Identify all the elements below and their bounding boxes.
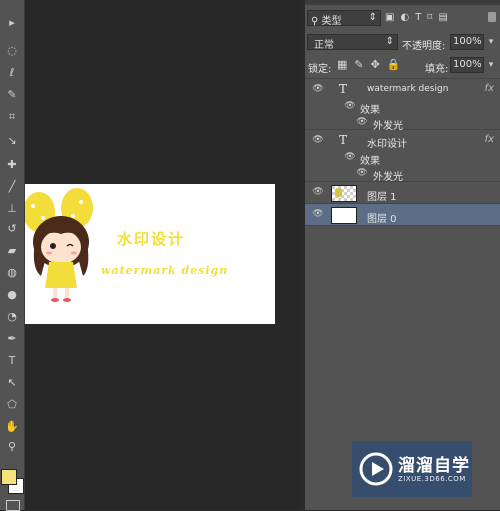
layer-name[interactable]: watermark design: [367, 84, 448, 94]
brand-url: ZIXUE.3D66.COM: [398, 475, 466, 483]
shape-icon[interactable]: ⬠: [3, 396, 21, 412]
lock-position-icon[interactable]: ✥: [371, 58, 387, 71]
layer-name[interactable]: 图层 1: [367, 188, 397, 203]
opacity-value: 100%: [453, 36, 482, 47]
eyedropper-icon[interactable]: ↘: [3, 132, 21, 148]
layer-row-watermark-cn[interactable]: 👁 T 水印设计 fx 👁 效果 👁 外发光: [305, 130, 500, 183]
tools-panel: ▸ ◌ ℓ ✎ ⌗ ↘ ✚ ╱ ⊥ ↺ ▰ ◍ ● ◔ ✒ T ↖ ⬠ ✋ ⚲: [0, 0, 25, 511]
paint-bucket-icon[interactable]: ◍: [3, 264, 21, 280]
smart-object-filter-icon[interactable]: ▤: [438, 12, 453, 23]
layer-row-watermark-design[interactable]: 👁 T watermark design fx 👁 效果 👁 外发光: [305, 78, 500, 132]
fill-label: 填充:: [425, 64, 449, 75]
lock-transparent-icon[interactable]: ▦: [337, 58, 354, 71]
visibility-eye-icon[interactable]: 👁: [311, 187, 325, 197]
lock-all-icon[interactable]: 🔒: [387, 58, 408, 71]
image-filter-icon[interactable]: ▣: [385, 12, 400, 23]
pen-icon[interactable]: ✒: [3, 330, 21, 346]
move-icon[interactable]: ▸: [3, 14, 21, 30]
chevron-down-icon: ⇕: [368, 12, 377, 23]
opacity-input[interactable]: 100%: [450, 34, 484, 50]
opacity-label: 不透明度:: [402, 41, 446, 52]
layer-thumbnail: [331, 207, 357, 224]
effects-eye-icon[interactable]: 👁: [343, 101, 357, 111]
stamp-icon[interactable]: ⊥: [3, 200, 21, 216]
lock-label: 锁定:: [308, 64, 332, 75]
fx-icon[interactable]: fx: [485, 83, 494, 94]
filter-icons: ▣◐T⌑▤: [385, 12, 454, 23]
fill-value: 100%: [453, 59, 482, 70]
brush-icon[interactable]: ╱: [3, 178, 21, 194]
history-brush-icon[interactable]: ↺: [3, 220, 21, 236]
outer-glow-eye-icon[interactable]: 👁: [355, 117, 369, 127]
layer-row-layer-0[interactable]: 👁 图层 0: [305, 204, 500, 226]
filter-kind-label: 类型: [321, 16, 342, 27]
layer-row-layer-1[interactable]: 👁 图层 1: [305, 182, 500, 204]
outer-glow-eye-icon[interactable]: 👁: [355, 168, 369, 178]
visibility-eye-icon[interactable]: 👁: [311, 135, 325, 145]
filter-kind-select[interactable]: ⚲ 类型 ⇕: [307, 10, 381, 27]
lock-paint-icon[interactable]: ✎: [354, 58, 370, 71]
visibility-eye-icon[interactable]: 👁: [311, 84, 325, 94]
chevron-down-icon: ⇕: [385, 36, 394, 47]
fill-dropdown-icon[interactable]: ▾: [485, 57, 497, 73]
brand-name: 溜溜自学: [398, 456, 470, 476]
effects-label: 效果: [360, 156, 380, 167]
filter-toggle[interactable]: [488, 12, 496, 22]
text-layer-icon: T: [339, 133, 348, 147]
effects-eye-icon[interactable]: 👁: [343, 152, 357, 162]
layer-thumbnail: [331, 185, 357, 202]
fx-icon[interactable]: fx: [485, 134, 494, 145]
lock-icons: ▦✎✥🔒: [337, 58, 408, 71]
type-icon[interactable]: T: [3, 352, 21, 368]
path-select-icon[interactable]: ↖: [3, 374, 21, 390]
effect-outer-glow[interactable]: 外发光: [373, 168, 403, 183]
layers-list: 👁 T watermark design fx 👁 效果 👁 外发光 👁 T 水…: [305, 78, 500, 228]
quick-mask-icon[interactable]: [6, 500, 20, 511]
hand-icon[interactable]: ✋: [3, 418, 21, 434]
lasso-icon[interactable]: ℓ: [3, 64, 21, 80]
healing-icon[interactable]: ✚: [3, 156, 21, 172]
layers-panel: ⚲ 类型 ⇕ ▣◐T⌑▤ 正常 ⇕ 不透明度: 100% ▾ 锁定: ▦✎✥🔒 …: [305, 0, 500, 510]
layer-name[interactable]: 图层 0: [367, 210, 397, 225]
layer-name[interactable]: 水印设计: [367, 135, 407, 150]
document-canvas[interactable]: 水印设计 watermark design: [25, 184, 275, 324]
shape-filter-icon[interactable]: ⌑: [427, 12, 438, 23]
dodge-icon[interactable]: ◔: [3, 308, 21, 324]
panel-tab-strip[interactable]: [305, 0, 500, 5]
quick-select-icon[interactable]: ✎: [3, 86, 21, 102]
foreground-color-swatch[interactable]: [1, 469, 17, 485]
watermark-en-text: watermark design: [101, 264, 229, 277]
zoom-icon[interactable]: ⚲: [3, 438, 21, 454]
effects-label: 效果: [360, 105, 380, 116]
search-icon: ⚲: [311, 16, 319, 27]
adjustment-filter-icon[interactable]: ◐: [400, 12, 415, 23]
play-logo-icon: [359, 452, 393, 486]
marquee-icon[interactable]: ◌: [3, 42, 21, 58]
eraser-icon[interactable]: ▰: [3, 242, 21, 258]
crop-icon[interactable]: ⌗: [3, 109, 21, 125]
opacity-dropdown-icon[interactable]: ▾: [485, 34, 497, 50]
girl-illustration: [25, 188, 93, 302]
blend-mode-select[interactable]: 正常 ⇕: [307, 34, 398, 51]
text-layer-icon: T: [339, 82, 348, 96]
blend-mode-label: 正常: [314, 40, 334, 51]
watermark-cn-text: 水印设计: [117, 230, 186, 248]
blur-icon[interactable]: ●: [3, 286, 21, 302]
type-filter-icon[interactable]: T: [415, 12, 427, 23]
site-watermark: 溜溜自学 ZIXUE.3D66.COM: [352, 441, 472, 497]
visibility-eye-icon[interactable]: 👁: [311, 209, 325, 219]
fill-input[interactable]: 100%: [450, 57, 484, 73]
